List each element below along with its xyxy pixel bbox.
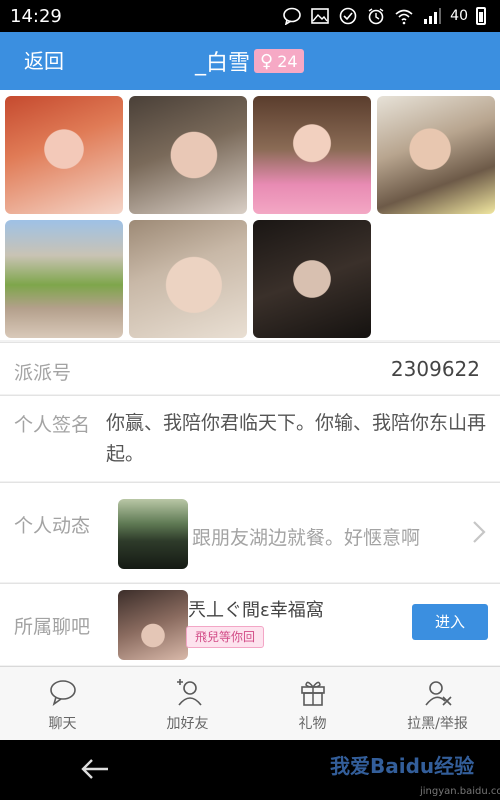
watermark: 我爱Baidu经验	[330, 754, 475, 778]
chat-group-name: 兲丄ぐ間ε幸福窩	[188, 600, 324, 621]
photo-thumbnail[interactable]	[129, 220, 247, 338]
status-time: 14:29	[10, 5, 62, 27]
chat-group-label: 所属聊吧	[14, 616, 91, 638]
page-title: _白雪	[195, 51, 251, 76]
block-report-icon	[424, 681, 452, 706]
alarm-icon	[368, 8, 384, 25]
female-icon: ♀	[260, 50, 274, 72]
back-arrow-icon[interactable]	[78, 752, 112, 786]
gender-age-badge: ♀ 24	[254, 49, 304, 73]
gift-button[interactable]: 礼物	[250, 667, 375, 740]
photo-thumbnail[interactable]	[253, 220, 371, 338]
title-group: _白雪 ♀ 24	[195, 32, 304, 90]
wifi-icon	[395, 9, 413, 25]
signature-text: 你赢、我陪你君临天下。你输、我陪你东山再起。	[106, 412, 487, 465]
image-icon	[311, 8, 329, 24]
battery-icon	[476, 7, 486, 25]
chat-button[interactable]: 聊天	[0, 667, 125, 740]
add-friend-icon	[176, 679, 202, 706]
photo-grid	[0, 90, 500, 340]
bottom-action-bar: 聊天 加好友 礼物 拉黑/举报	[0, 666, 500, 740]
enter-button[interactable]: 进入	[412, 604, 488, 640]
check-circle-icon	[339, 7, 357, 25]
chat-bubble-icon	[49, 680, 76, 706]
feed-text: 跟朋友湖边就餐。好惬意啊	[192, 527, 421, 549]
battery-percent: 40	[450, 8, 468, 24]
photo-thumbnail[interactable]	[5, 220, 123, 338]
back-button[interactable]: 返回	[24, 32, 64, 90]
gift-icon	[300, 681, 325, 706]
photo-thumbnail[interactable]	[253, 96, 371, 214]
chat-group-thumbnail	[118, 590, 188, 660]
feed-label: 个人动态	[14, 515, 91, 537]
header-bar: 返回 _白雪 ♀ 24	[0, 32, 500, 90]
chat-label: 聊天	[48, 716, 77, 732]
photo-thumbnail[interactable]	[377, 96, 495, 214]
signature-row: 个人签名 你赢、我陪你君临天下。你输、我陪你东山再起。	[0, 395, 500, 481]
chevron-right-icon	[473, 521, 486, 543]
watermark-url: jingyan.baidu.com	[420, 786, 500, 797]
status-icons: 40	[282, 7, 486, 25]
id-row: 派派号 2309622	[0, 342, 500, 394]
photo-thumbnail[interactable]	[129, 96, 247, 214]
age-value: 24	[277, 51, 298, 71]
status-bar: 14:29 40	[0, 0, 500, 32]
signature-label: 个人签名	[14, 414, 91, 436]
message-icon	[283, 7, 301, 25]
block-report-label: 拉黑/举报	[407, 716, 468, 732]
signal-icon	[424, 8, 442, 24]
photo-thumbnail[interactable]	[5, 96, 123, 214]
gift-label: 礼物	[298, 716, 327, 732]
feed-thumbnail	[118, 499, 188, 569]
chat-group-row: 所属聊吧 兲丄ぐ間ε幸福窩 飛兒等你回 进入	[0, 583, 500, 665]
add-friend-label: 加好友	[166, 716, 209, 732]
id-label: 派派号	[14, 362, 72, 384]
add-friend-button[interactable]: 加好友	[125, 667, 250, 740]
chat-group-tag: 飛兒等你回	[186, 626, 265, 648]
id-value: 2309622	[390, 357, 480, 381]
block-report-button[interactable]: 拉黑/举报	[375, 667, 500, 740]
feed-row[interactable]: 个人动态 跟朋友湖边就餐。好惬意啊	[0, 482, 500, 582]
